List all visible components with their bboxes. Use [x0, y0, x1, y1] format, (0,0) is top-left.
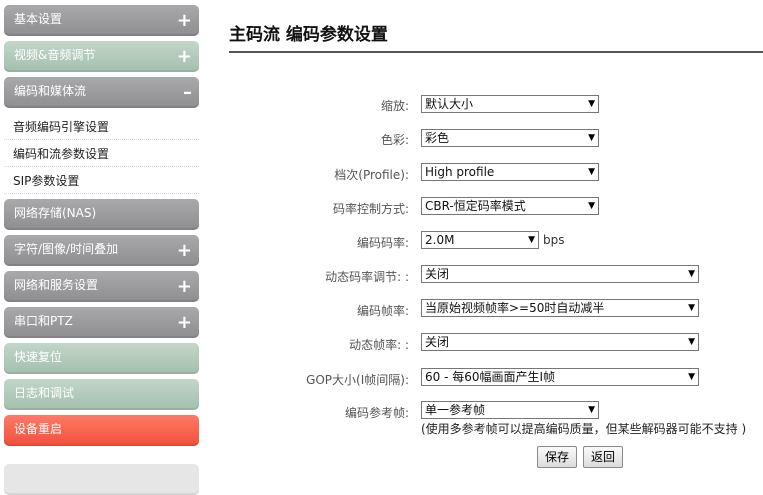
dropdown-arrow-icon: ▼ [688, 303, 695, 313]
collapse-icon: – [183, 82, 192, 103]
menu-serial-ptz[interactable]: 串口和PTZ + [4, 307, 199, 338]
select-frame-rate[interactable]: 当原始视频帧率>=50时自动减半 ▼ [421, 299, 699, 317]
menu-overflow[interactable] [4, 464, 199, 495]
label-bitrate: 编码码率: [356, 236, 409, 250]
menu-basic-settings[interactable]: 基本设置 + [4, 5, 199, 36]
select-gop[interactable]: 60 - 每60幅画面产生I帧 ▼ [421, 368, 699, 386]
select-value: 关闭 [425, 335, 450, 349]
select-value: 60 - 每60幅画面产生I帧 [425, 370, 556, 384]
menu-label: 日志和调试 [14, 386, 75, 400]
dropdown-arrow-icon: ▼ [688, 269, 695, 279]
select-value: 2.0M [425, 233, 455, 247]
dropdown-arrow-icon: ▼ [588, 201, 595, 211]
label-gop: GOP大小(I帧间隔): [306, 373, 409, 387]
select-value: 彩色 [425, 131, 450, 145]
select-profile[interactable]: High profile ▼ [421, 163, 599, 181]
menu-label: 串口和PTZ [14, 314, 73, 328]
menu-label: 视频&音频调节 [14, 48, 96, 62]
dropdown-arrow-icon: ▼ [688, 372, 695, 382]
label-dynamic-bitrate: 动态码率调节: : [325, 270, 409, 284]
back-button[interactable]: 返回 [583, 446, 623, 468]
menu-label: 基本设置 [14, 12, 63, 26]
select-reference-frame[interactable]: 单一参考帧 ▼ [421, 401, 599, 419]
page-title: 主码流 编码参数设置 [229, 25, 388, 45]
sidebar-item-encoding-stream[interactable]: 编码和流参数设置 [4, 141, 199, 167]
menu-quick-reset[interactable]: 快速复位 [4, 343, 199, 374]
menu-label: 编码和媒体流 [14, 84, 87, 98]
expand-icon: + [176, 240, 192, 261]
expand-icon: + [176, 276, 192, 297]
label-scale: 缩放: [380, 99, 409, 113]
select-value: 单一参考帧 [425, 403, 486, 417]
label-rate-control: 码率控制方式: [332, 202, 409, 216]
menu-label: 网络和服务设置 [14, 278, 99, 292]
expand-icon: + [176, 312, 192, 333]
save-button[interactable]: 保存 [537, 446, 577, 468]
menu-label: 快速复位 [14, 350, 63, 364]
label-frame-rate: 编码帧率: [356, 304, 409, 318]
sidebar-item-audio-encoder[interactable]: 音频编码引擎设置 [4, 114, 199, 140]
select-value: High profile [425, 165, 495, 179]
dropdown-arrow-icon: ▼ [528, 235, 535, 245]
dropdown-arrow-icon: ▼ [588, 405, 595, 415]
label-profile: 档次(Profile): [334, 168, 409, 182]
bitrate-unit: bps [543, 233, 565, 247]
select-value: 关闭 [425, 267, 450, 281]
title-divider [229, 51, 763, 53]
menu-log-debug[interactable]: 日志和调试 [4, 379, 199, 410]
expand-icon: + [176, 10, 192, 31]
menu-nas[interactable]: 网络存储(NAS) [4, 199, 199, 230]
expand-icon: + [176, 46, 192, 67]
menu-label: 字符/图像/时间叠加 [14, 242, 119, 256]
select-bitrate[interactable]: 2.0M ▼ [421, 231, 539, 249]
select-value: 当原始视频帧率>=50时自动减半 [425, 301, 605, 315]
label-color: 色彩: [380, 133, 409, 147]
select-scale[interactable]: 默认大小 ▼ [421, 95, 599, 113]
select-dynamic-frame-rate[interactable]: 关闭 ▼ [421, 333, 699, 351]
menu-video-audio[interactable]: 视频&音频调节 + [4, 41, 199, 72]
menu-label: 设备重启 [14, 422, 63, 436]
sidebar: 基本设置 + 视频&音频调节 + 编码和媒体流 – 音频编码引擎设置 编码和流参… [0, 0, 200, 495]
sidebar-item-sip[interactable]: SIP参数设置 [4, 168, 199, 194]
reference-frame-hint: (使用多参考帧可以提高编码质量，但某些解码器可能不支持 ) [421, 422, 747, 436]
select-dynamic-bitrate[interactable]: 关闭 ▼ [421, 265, 699, 283]
select-rate-control[interactable]: CBR-恒定码率模式 ▼ [421, 197, 599, 215]
menu-label: 网络存储(NAS) [14, 206, 97, 220]
dropdown-arrow-icon: ▼ [588, 99, 595, 109]
dropdown-arrow-icon: ▼ [588, 167, 595, 177]
menu-osd[interactable]: 字符/图像/时间叠加 + [4, 235, 199, 266]
select-color[interactable]: 彩色 ▼ [421, 129, 599, 147]
dropdown-arrow-icon: ▼ [588, 133, 595, 143]
menu-encoding-media[interactable]: 编码和媒体流 – [4, 77, 199, 108]
dropdown-arrow-icon: ▼ [688, 337, 695, 347]
menu-reboot[interactable]: 设备重启 [4, 415, 199, 446]
select-value: CBR-恒定码率模式 [425, 199, 526, 213]
menu-network[interactable]: 网络和服务设置 + [4, 271, 199, 302]
select-value: 默认大小 [425, 97, 474, 111]
label-dynamic-frame-rate: 动态帧率: : [349, 338, 409, 352]
label-reference-frame: 编码参考帧: [344, 406, 409, 420]
